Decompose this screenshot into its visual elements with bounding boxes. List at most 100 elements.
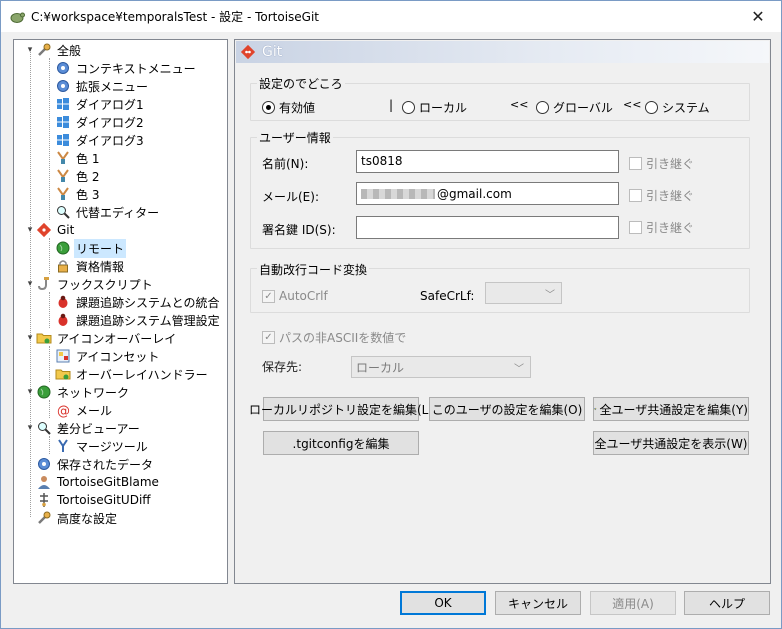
tree-item[interactable]: 高度な設定 bbox=[24, 509, 119, 527]
inherit-email-label: 引き継ぐ bbox=[646, 189, 695, 203]
tree-item[interactable]: アイコンセット bbox=[43, 347, 161, 365]
radio-effective[interactable]: 有効値 bbox=[262, 99, 315, 116]
settings-tree[interactable]: ▾ 全般 コンテキストメニュー 拡張メニュー ダイアログ1 ダイアログ2 ダイアログ3 色 1… bbox=[13, 39, 228, 584]
help-button[interactable]: ヘルプ bbox=[684, 591, 770, 615]
tree-item[interactable]: 色 2 bbox=[43, 167, 101, 185]
safecrlf-combo[interactable]: ﹀ bbox=[485, 282, 562, 304]
edit-system-config-button[interactable]: 全ユーザ共通設定を編集(Y) bbox=[593, 397, 749, 421]
tree-item-label: 色 2 bbox=[76, 169, 100, 184]
tree-item[interactable]: 課題追跡システム管理設定 bbox=[43, 311, 222, 329]
expand-toggle-icon[interactable]: ▾ bbox=[24, 225, 36, 235]
tree-item-label: ネットワーク bbox=[57, 385, 130, 400]
inherit-email-checkbox[interactable]: 引き継ぐ bbox=[629, 187, 694, 204]
help-label: ヘルプ bbox=[708, 596, 745, 611]
expand-toggle-icon[interactable]: ▾ bbox=[24, 333, 36, 343]
tree-item[interactable]: ▾ 差分ビューアー bbox=[24, 419, 142, 437]
name-field[interactable]: ts0818 bbox=[356, 150, 619, 173]
hook-icon bbox=[38, 277, 49, 291]
tree-item[interactable]: リモート bbox=[43, 238, 127, 258]
chevron-local-global: << bbox=[510, 98, 529, 111]
tree-item-label: フックスクリプト bbox=[57, 277, 153, 292]
inherit-name-checkbox[interactable]: 引き継ぐ bbox=[629, 155, 694, 172]
edit-user-config-button[interactable]: このユーザの設定を編集(O) bbox=[429, 397, 585, 421]
signkey-field[interactable] bbox=[356, 216, 619, 239]
windows-icon bbox=[57, 134, 69, 146]
show-system-config-button[interactable]: 全ユーザ共通設定を表示(W) bbox=[593, 431, 749, 455]
diff-icon bbox=[40, 493, 48, 507]
inherit-email-box[interactable] bbox=[629, 189, 642, 202]
tree-item[interactable]: 色 1 bbox=[43, 149, 101, 167]
edit-tgitconfig-button[interactable]: .tgitconfigを編集 bbox=[263, 431, 419, 455]
edit-system-config-label: 全ユーザ共通設定を編集(Y) bbox=[599, 402, 748, 417]
radio-effective-dot[interactable] bbox=[262, 101, 275, 114]
tree-item[interactable]: コンテキストメニュー bbox=[43, 59, 198, 77]
tree-item[interactable]: ▾ フックスクリプト bbox=[24, 275, 155, 293]
tree-item[interactable]: TortoiseGitBlame bbox=[24, 473, 161, 491]
tree-item[interactable]: ▾ アイコンオーバーレイ bbox=[24, 329, 178, 347]
inherit-name-label: 引き継ぐ bbox=[646, 157, 695, 171]
radio-global[interactable]: グローバル bbox=[536, 99, 613, 116]
tree-item[interactable]: 資格情報 bbox=[43, 257, 126, 275]
radio-local[interactable]: ローカル bbox=[402, 99, 467, 116]
expand-toggle-icon[interactable]: ▾ bbox=[24, 45, 36, 55]
tree-item[interactable]: @ メール bbox=[43, 401, 114, 419]
tree-item[interactable]: ダイアログ1 bbox=[43, 95, 146, 113]
radio-global-dot[interactable] bbox=[536, 101, 549, 114]
paint-icon bbox=[57, 151, 69, 164]
tree-item[interactable]: 課題追跡システムとの統合 bbox=[43, 293, 222, 311]
non-ascii-box[interactable]: ✓ bbox=[262, 331, 275, 344]
radio-system[interactable]: システム bbox=[645, 99, 710, 116]
close-button[interactable]: ✕ bbox=[735, 1, 781, 32]
tree-item[interactable]: 代替エディター bbox=[43, 203, 161, 221]
tree-item[interactable]: ▾ ネットワーク bbox=[24, 383, 131, 401]
cancel-label: キャンセル bbox=[507, 596, 568, 611]
inherit-name-box[interactable] bbox=[629, 157, 642, 170]
radio-local-dot[interactable] bbox=[402, 101, 415, 114]
tree-item[interactable]: オーバーレイハンドラー bbox=[43, 365, 210, 383]
close-icon: ✕ bbox=[751, 7, 765, 26]
tree-item-label: 差分ビューアー bbox=[57, 421, 140, 436]
git-icon bbox=[36, 222, 52, 238]
tree-item[interactable]: TortoiseGitUDiff bbox=[24, 491, 153, 509]
apply-button[interactable]: 適用(A) bbox=[590, 591, 676, 615]
autocrlf-box[interactable]: ✓ bbox=[262, 289, 275, 303]
magnifier-icon bbox=[57, 206, 70, 219]
inherit-signkey-box[interactable] bbox=[629, 221, 642, 234]
expand-toggle-icon[interactable]: ▾ bbox=[24, 279, 36, 289]
tree-item[interactable]: ▾ 全般 bbox=[24, 41, 83, 59]
tree-item[interactable]: 拡張メニュー bbox=[43, 77, 150, 95]
autocrlf-checkbox[interactable]: ✓ AutoCrlf bbox=[262, 289, 328, 303]
chevron-down-icon: ﹀ bbox=[545, 290, 555, 301]
expand-toggle-icon[interactable]: ▾ bbox=[24, 423, 36, 433]
ok-button[interactable]: OK bbox=[400, 591, 486, 615]
radio-system-dot[interactable] bbox=[645, 101, 658, 114]
git-settings-panel: Git 設定のでどころ 有効値 | ローカル << グローバル << システム … bbox=[234, 39, 771, 584]
paint-icon bbox=[57, 169, 69, 182]
gear-icon bbox=[38, 458, 50, 470]
non-ascii-checkbox[interactable]: ✓ パスの非ASCIIを数値で bbox=[262, 329, 406, 346]
edit-tgitconfig-label: .tgitconfigを編集 bbox=[292, 436, 390, 451]
email-field[interactable]: @gmail.com bbox=[356, 182, 619, 205]
settings-dialog: C:¥workspace¥temporalsTest - 設定 - Tortoi… bbox=[0, 0, 782, 629]
at-icon: @ bbox=[57, 404, 70, 418]
expand-toggle-icon[interactable]: ▾ bbox=[24, 387, 36, 397]
tree-item[interactable]: 色 3 bbox=[43, 185, 101, 203]
tree-item-label: 課題追跡システムとの統合 bbox=[76, 295, 220, 310]
tortoisegit-app-icon bbox=[10, 12, 25, 23]
tree-item[interactable]: 保存されたデータ bbox=[24, 455, 155, 473]
tree-item[interactable]: マージツール bbox=[43, 437, 150, 455]
tree-item[interactable]: ダイアログ2 bbox=[43, 113, 146, 131]
non-ascii-label: パスの非ASCIIを数値で bbox=[279, 331, 407, 345]
show-system-config-label: 全ユーザ共通設定を表示(W) bbox=[594, 436, 748, 451]
tree-item-label: 高度な設定 bbox=[57, 511, 118, 526]
radio-system-label: システム bbox=[662, 101, 710, 115]
tree-item[interactable]: ダイアログ3 bbox=[43, 131, 146, 149]
inherit-signkey-checkbox[interactable]: 引き継ぐ bbox=[629, 219, 694, 236]
wrench-icon bbox=[38, 43, 51, 56]
tree-item-label: 代替エディター bbox=[76, 205, 160, 220]
cancel-button[interactable]: キャンセル bbox=[495, 591, 581, 615]
gear-icon bbox=[57, 80, 69, 92]
edit-local-config-button[interactable]: ローカルリポジトリ設定を編集(L) bbox=[249, 397, 433, 421]
tree-item[interactable]: ▾ Git bbox=[24, 221, 76, 239]
save-to-combo[interactable]: ローカル ﹀ bbox=[351, 356, 531, 378]
